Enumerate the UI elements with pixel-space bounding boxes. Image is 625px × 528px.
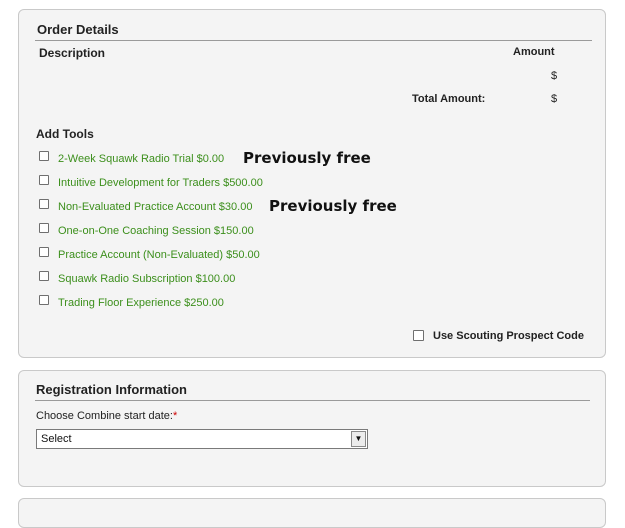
start-date-select[interactable]: Select ▼ <box>36 429 368 449</box>
tool-row-non-evaluated-practice: Non-Evaluated Practice Account $30.00 <box>39 199 252 214</box>
tool-link[interactable]: Squawk Radio Subscription $100.00 <box>58 273 235 285</box>
tool-link[interactable]: One-on-One Coaching Session $150.00 <box>58 225 254 237</box>
tool-link[interactable]: Trading Floor Experience $250.00 <box>58 297 224 309</box>
annotation-previously-free: Previously free <box>243 149 371 167</box>
description-header: Description <box>39 46 106 60</box>
order-details-title: Order Details <box>37 22 119 37</box>
registration-title: Registration Information <box>36 382 187 397</box>
tool-checkbox[interactable] <box>39 271 49 281</box>
annotation-previously-free: Previously free <box>269 197 397 215</box>
tool-row-practice-account: Practice Account (Non-Evaluated) $50.00 <box>39 247 260 262</box>
start-date-label: Choose Combine start date:* <box>36 410 177 422</box>
tool-checkbox[interactable] <box>39 295 49 305</box>
tool-row-coaching-session: One-on-One Coaching Session $150.00 <box>39 223 254 238</box>
tool-row-trading-floor: Trading Floor Experience $250.00 <box>39 295 224 310</box>
order-details-divider <box>35 40 592 41</box>
add-tools-title: Add Tools <box>36 127 94 141</box>
scouting-code-option: Use Scouting Prospect Code <box>413 329 584 343</box>
tool-link[interactable]: 2-Week Squawk Radio Trial $0.00 <box>58 153 224 165</box>
tool-row-squawk-trial: 2-Week Squawk Radio Trial $0.00 <box>39 151 224 166</box>
amount-header: Amount <box>513 46 555 58</box>
start-date-label-text: Choose Combine start date: <box>36 410 173 422</box>
total-amount-currency: $ <box>551 93 558 105</box>
tool-checkbox[interactable] <box>39 151 49 161</box>
scouting-code-label: Use Scouting Prospect Code <box>433 330 584 342</box>
tool-link[interactable]: Intuitive Development for Traders $500.0… <box>58 177 263 189</box>
tool-row-squawk-subscription: Squawk Radio Subscription $100.00 <box>39 271 235 286</box>
registration-panel: Registration Information Choose Combine … <box>18 370 606 487</box>
order-details-panel: Order Details Description Amount $ Total… <box>18 9 606 358</box>
total-amount-label: Total Amount: <box>412 93 486 105</box>
required-marker: * <box>172 410 178 422</box>
tool-link[interactable]: Non-Evaluated Practice Account $30.00 <box>58 201 252 213</box>
chevron-down-icon[interactable]: ▼ <box>351 431 366 447</box>
start-date-select-value: Select <box>41 433 72 445</box>
scouting-code-checkbox[interactable] <box>413 329 424 341</box>
tool-row-intuitive-development: Intuitive Development for Traders $500.0… <box>39 175 263 190</box>
registration-divider <box>35 400 590 401</box>
tool-checkbox[interactable] <box>39 247 49 257</box>
tool-checkbox[interactable] <box>39 223 49 233</box>
tool-link[interactable]: Practice Account (Non-Evaluated) $50.00 <box>58 249 260 261</box>
tool-checkbox[interactable] <box>39 199 49 209</box>
tool-checkbox[interactable] <box>39 175 49 185</box>
amount-currency: $ <box>551 70 558 82</box>
next-section-panel <box>18 498 606 528</box>
